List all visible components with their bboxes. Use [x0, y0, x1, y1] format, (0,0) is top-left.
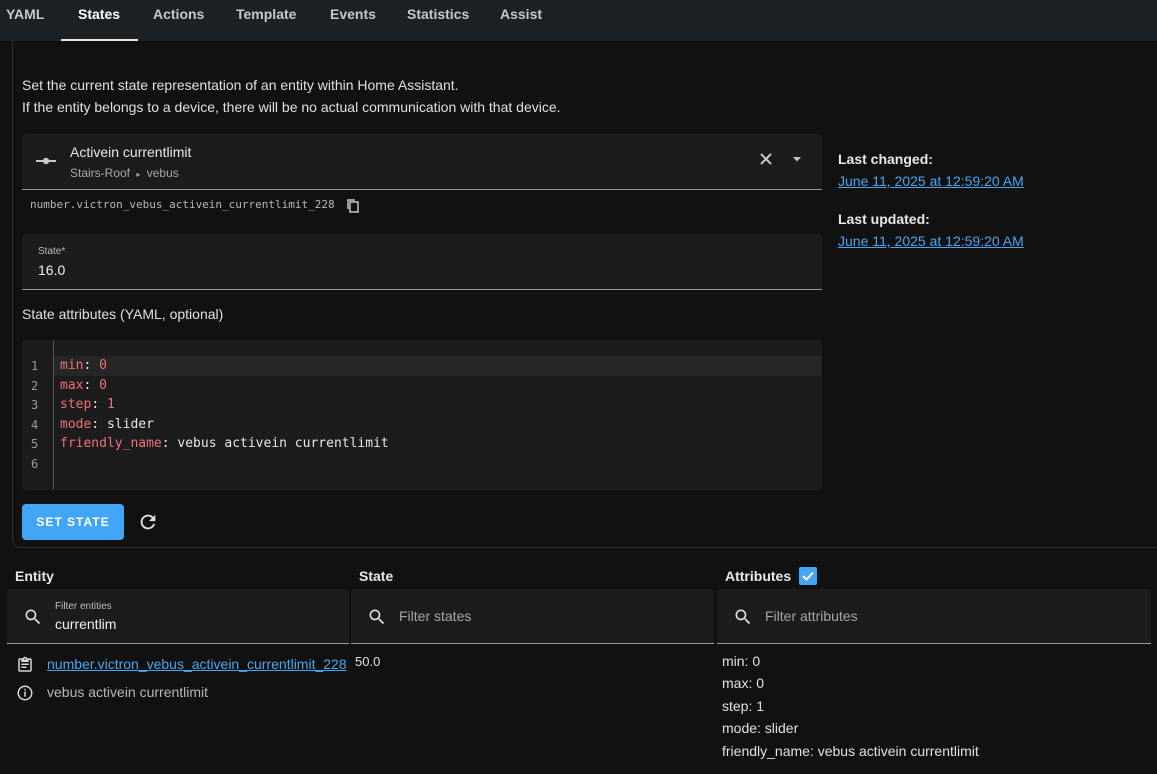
tab-bar: YAML States Actions Template Events Stat… — [0, 0, 1157, 41]
yaml-editor[interactable]: 1 2 3 4 5 6 min: 0 max: 0 step: 1 mode: … — [22, 340, 822, 490]
line-number: 3 — [31, 398, 39, 412]
yaml-key: min — [60, 358, 84, 373]
entity-name: Activein currentlimit — [70, 144, 192, 160]
tab-states[interactable]: States — [60, 0, 139, 41]
attributes-label: State attributes (YAML, optional) — [22, 306, 224, 322]
attribute-line: min: 0 — [722, 653, 761, 669]
last-updated-value[interactable]: June 11, 2025 at 12:59:20 AM — [838, 233, 1024, 249]
yaml-value: 1 — [106, 397, 115, 412]
entity-state-value: 50.0 — [355, 654, 381, 669]
tab-yaml[interactable]: YAML — [6, 0, 44, 41]
info-icon[interactable] — [16, 684, 34, 705]
search-icon — [367, 607, 387, 630]
line-number: 1 — [31, 359, 39, 373]
last-changed-label: Last changed: — [838, 151, 933, 167]
copy-icon[interactable] — [346, 198, 360, 216]
yaml-value: 0 — [99, 378, 107, 393]
line-number: 4 — [31, 418, 39, 432]
yaml-line: step: 1 — [60, 397, 115, 412]
yaml-line: max: 0 — [60, 378, 107, 393]
breadcrumb-separator-icon: ▸ — [136, 170, 141, 179]
attributes-checkbox[interactable] — [799, 567, 817, 585]
filter-states-placeholder: Filter states — [399, 608, 472, 624]
checkmark-icon — [802, 571, 814, 581]
attribute-line: mode: slider — [722, 720, 799, 736]
clear-icon[interactable] — [759, 152, 773, 169]
yaml-value: 0 — [99, 358, 107, 373]
last-updated-label: Last updated: — [838, 211, 930, 227]
entity-area-path: Stairs-Roof ▸ vebus — [70, 166, 179, 180]
state-input-label: State* — [38, 246, 66, 257]
entity-area: Stairs-Roof — [70, 166, 131, 180]
state-column-header: State — [359, 568, 394, 584]
tab-statistics[interactable]: Statistics — [407, 0, 469, 41]
yaml-value: vebus activein currentlimit — [177, 436, 389, 451]
last-changed-value[interactable]: June 11, 2025 at 12:59:20 AM — [838, 173, 1024, 189]
entity-number-icon — [35, 154, 57, 171]
filter-entities-label: Filter entities — [55, 601, 112, 612]
tab-template[interactable]: Template — [236, 0, 296, 41]
filter-attributes-placeholder: Filter attributes — [765, 608, 858, 624]
clipboard-icon[interactable] — [16, 656, 34, 677]
entity-id-text: number.victron_vebus_activein_currentlim… — [30, 198, 335, 211]
yaml-key: max — [60, 378, 84, 393]
yaml-key: mode — [60, 417, 92, 432]
entity-device: vebus — [146, 166, 179, 180]
attribute-line: max: 0 — [722, 675, 765, 691]
tab-actions[interactable]: Actions — [153, 0, 204, 41]
yaml-line: min: 0 — [60, 358, 107, 373]
line-number: 6 — [31, 457, 39, 471]
chevron-down-icon[interactable] — [790, 152, 804, 169]
entity-column-header: Entity — [15, 568, 54, 584]
attribute-line: step: 1 — [722, 698, 765, 714]
attribute-line: friendly_name: vebus activein currentlim… — [722, 743, 979, 759]
entity-friendly-name: vebus activein currentlimit — [47, 684, 209, 700]
search-icon — [733, 607, 753, 630]
active-line-highlight — [54, 356, 822, 376]
filter-states-input[interactable]: Filter states — [351, 589, 714, 644]
attributes-column-header: Attributes — [725, 568, 792, 584]
yaml-line: friendly_name: vebus activein currentlim… — [60, 436, 389, 451]
line-number: 5 — [31, 437, 39, 451]
description-line-2: If the entity belongs to a device, there… — [22, 99, 561, 115]
filter-entities-value: currentlim — [55, 616, 117, 632]
entity-id-link[interactable]: number.victron_vebus_activein_currentlim… — [47, 656, 347, 672]
yaml-key: step — [60, 397, 92, 412]
set-state-button[interactable]: SET STATE — [22, 504, 124, 540]
search-icon — [23, 607, 43, 630]
filter-attributes-input[interactable]: Filter attributes — [717, 589, 1151, 644]
refresh-icon[interactable] — [137, 511, 159, 536]
yaml-key: friendly_name — [60, 436, 162, 451]
line-number: 2 — [31, 379, 39, 393]
filter-entities-input[interactable]: Filter entities currentlim — [7, 589, 349, 644]
description-line-1: Set the current state representation of … — [22, 77, 459, 93]
state-input[interactable]: State* 16.0 — [22, 234, 822, 290]
tab-events[interactable]: Events — [330, 0, 376, 41]
tab-assist[interactable]: Assist — [500, 0, 542, 41]
yaml-value: slider — [106, 417, 154, 432]
state-input-value: 16.0 — [38, 262, 66, 278]
entity-picker[interactable]: Activein currentlimit Stairs-Roof ▸ vebu… — [22, 134, 822, 190]
yaml-line: mode: slider — [60, 417, 154, 432]
